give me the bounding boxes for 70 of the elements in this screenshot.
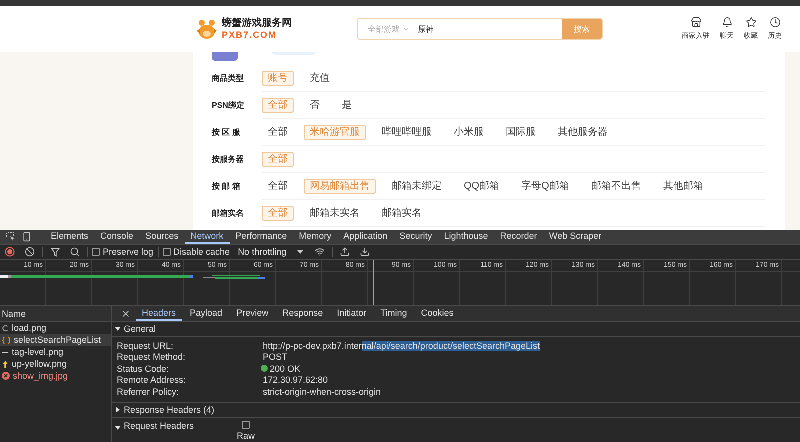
filter-option[interactable]: 邮箱实名 xyxy=(376,206,428,220)
devtools-tab[interactable]: Memory xyxy=(293,230,338,244)
logo-domain: PXB7.COM xyxy=(222,30,278,40)
request-name: show_img.jpg xyxy=(13,371,68,381)
filter-option[interactable]: 否 xyxy=(304,98,326,112)
request-row[interactable]: show_img.jpg xyxy=(0,370,111,382)
header-name: Referrer Policy: xyxy=(117,386,180,397)
devtools-tab[interactable]: Security xyxy=(394,230,438,244)
disable-cache-checkbox[interactable]: Disable cache xyxy=(162,247,230,257)
devtools-tab[interactable]: Lighthouse xyxy=(438,230,494,244)
filter-option[interactable]: 其他邮箱 xyxy=(657,178,710,194)
request-name: selectSearchPageList xyxy=(14,335,102,345)
detail-tab[interactable]: Payload xyxy=(184,306,229,321)
throttling-dropdown[interactable]: No throttling xyxy=(234,247,308,257)
detail-tab[interactable]: Preview xyxy=(230,306,275,321)
devtools-tab[interactable]: Application xyxy=(338,230,394,244)
filter-option[interactable]: 邮箱不出售 xyxy=(585,178,648,194)
devtools-tab[interactable]: Elements xyxy=(45,230,95,244)
header-name: Request URL: xyxy=(117,340,175,351)
devtools-tab[interactable]: Performance xyxy=(230,230,294,244)
filter-label: 按 区 服 xyxy=(212,127,242,138)
filter-label: 商品类型 xyxy=(212,73,245,84)
raw-label: Raw xyxy=(237,430,256,440)
detail-tab[interactable]: Cookies xyxy=(415,306,460,321)
header-value: strict-origin-when-cross-origin xyxy=(263,386,382,397)
detail-tab[interactable]: Initiator xyxy=(331,306,373,321)
request-row[interactable]: up-yellow.png xyxy=(0,358,111,370)
detail-tab[interactable]: Response xyxy=(276,306,330,321)
devtools-tab[interactable]: Web Scraper xyxy=(543,230,608,244)
logo-title: 螃蟹游戏服务网 xyxy=(222,18,292,28)
section-title[interactable]: Request Headers xyxy=(124,420,194,430)
devtools-tab[interactable]: Console xyxy=(94,230,140,244)
header-value: 200 OK xyxy=(270,364,301,374)
detail-tab[interactable]: Timing xyxy=(374,306,414,321)
filter-option[interactable]: 充值 xyxy=(304,70,336,86)
filter-option[interactable]: 字母Q邮箱 xyxy=(516,178,576,194)
filter-option[interactable]: 全部 xyxy=(262,178,294,194)
header-value: POST xyxy=(263,352,288,362)
request-name: tag-level.png xyxy=(12,347,64,357)
request-row[interactable]: load.png xyxy=(0,322,111,334)
filter-label: PSN绑定 xyxy=(212,100,246,111)
filter-option[interactable]: 其他服务器 xyxy=(552,124,614,140)
preserve-log-checkbox[interactable]: Preserve log xyxy=(92,247,154,257)
filter-option[interactable]: 邮箱未绑定 xyxy=(386,178,448,194)
devtools-tab[interactable]: Network xyxy=(184,230,230,244)
url-text: http://p-pc-dev.pxb7.internal/api/search/product/selectSearchPageList xyxy=(263,340,540,351)
column-header: Name xyxy=(2,308,26,318)
header-name: Request Method: xyxy=(117,352,187,362)
request-name: up-yellow.png xyxy=(12,359,68,369)
filter-label: 邮箱实名 xyxy=(212,208,245,219)
devtools-tab[interactable]: Recorder xyxy=(494,230,544,244)
section-title[interactable]: Response Headers (4) xyxy=(124,404,215,414)
header-name: Remote Address: xyxy=(117,375,188,386)
request-row[interactable]: tag-level.png xyxy=(0,346,111,358)
header-value: 172.30.97.62:80 xyxy=(263,375,328,386)
filter-option[interactable]: 全部 xyxy=(262,124,294,140)
filter-option[interactable]: QQ邮箱 xyxy=(458,178,506,194)
devtools-tab[interactable]: Sources xyxy=(140,230,185,244)
filter-option[interactable]: 小米服 xyxy=(448,124,490,140)
section-title[interactable]: General xyxy=(124,324,156,334)
detail-tab[interactable]: Headers xyxy=(136,306,182,321)
filter-label: 按 邮 箱 xyxy=(212,181,242,192)
request-name: load.png xyxy=(12,323,47,333)
filter-label: 按服务器 xyxy=(212,154,245,165)
filter-option[interactable]: 哔哩哔哩服 xyxy=(376,124,438,140)
header-name: Status Code: xyxy=(117,364,170,374)
filter-option[interactable]: 是 xyxy=(336,98,358,112)
filter-option[interactable]: 邮箱未实名 xyxy=(304,206,366,220)
filter-option[interactable]: 国际服 xyxy=(500,124,542,140)
request-row[interactable]: selectSearchPageList xyxy=(0,334,111,346)
